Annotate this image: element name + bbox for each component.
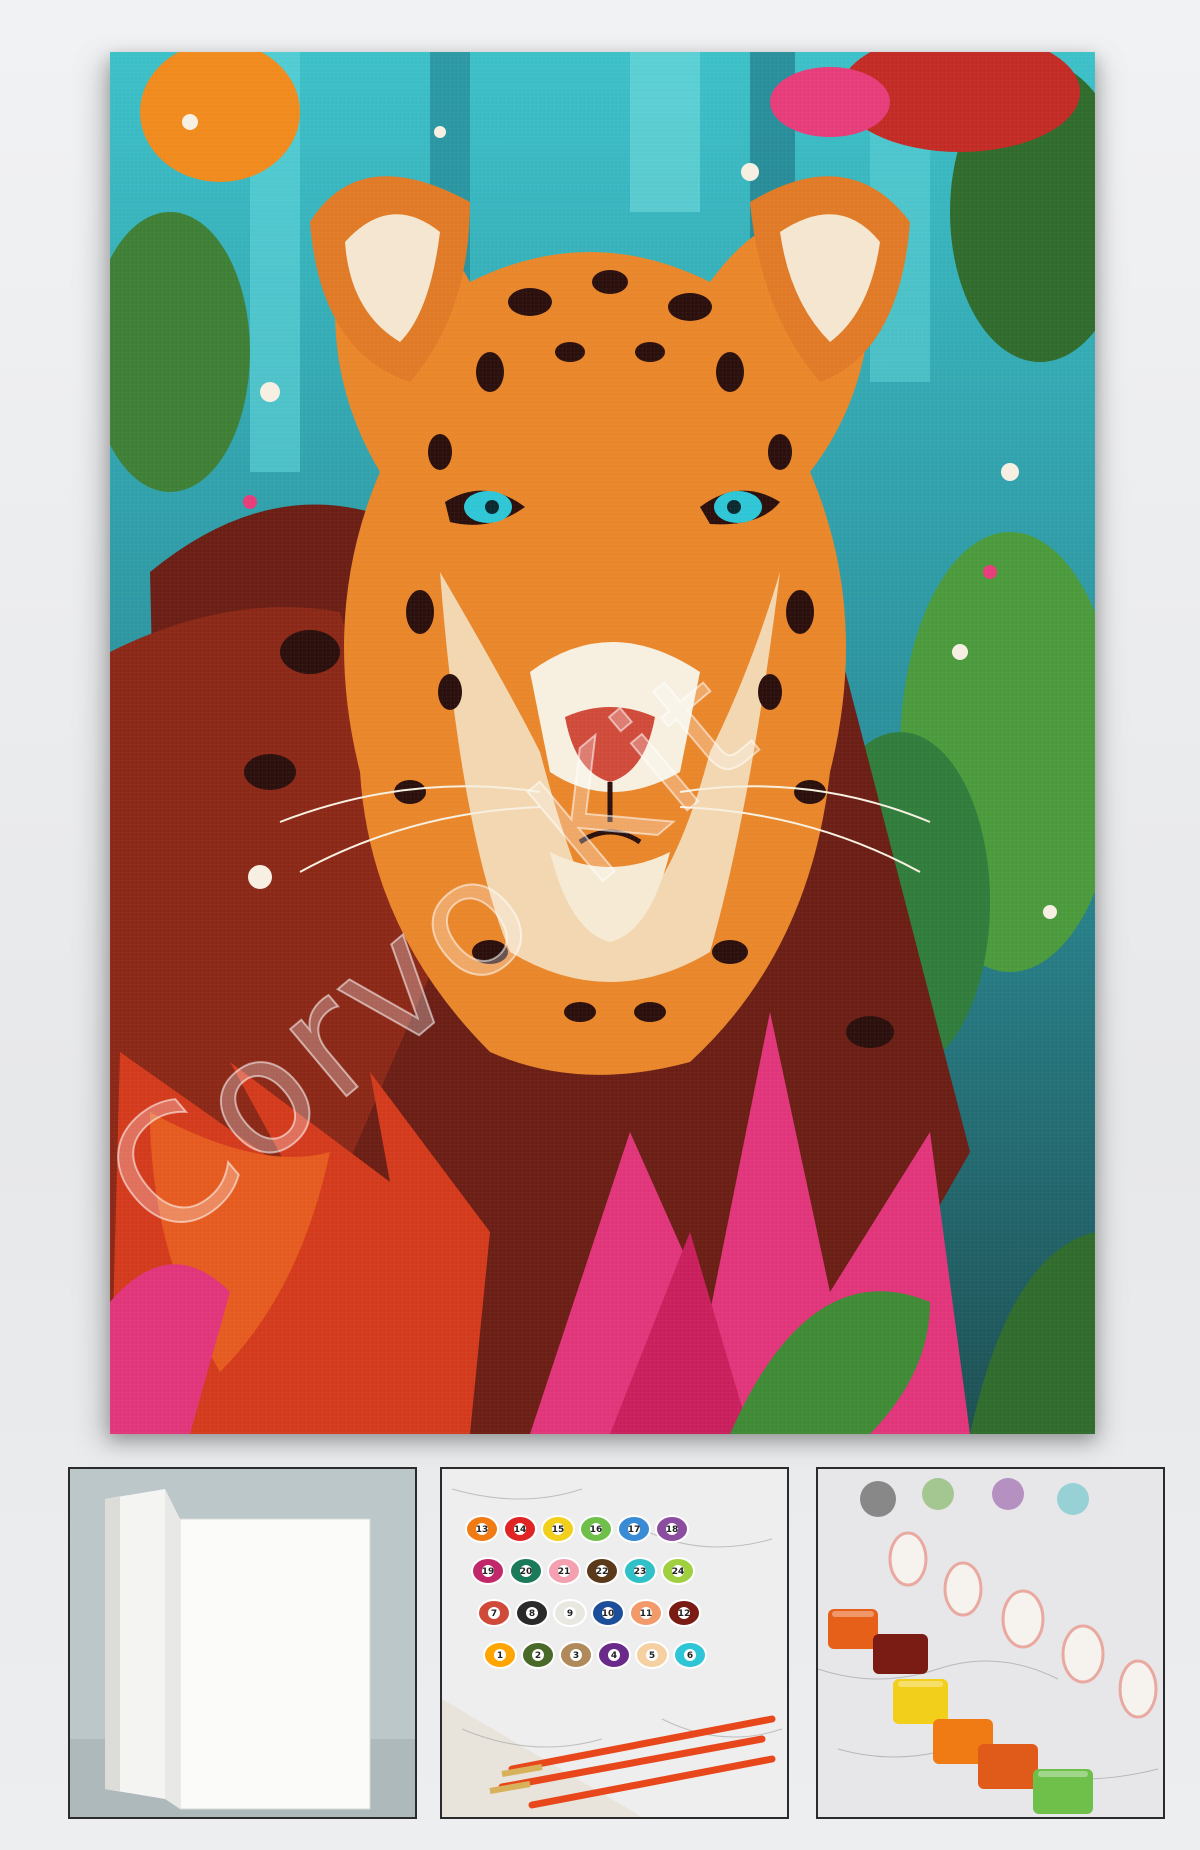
paint-pot-number: 2: [535, 1651, 541, 1661]
paint-pot-number: 24: [672, 1567, 685, 1577]
paint-pot-number: 16: [590, 1525, 603, 1535]
paint-pot-number: 13: [476, 1525, 489, 1535]
blank-canvas-image: [70, 1469, 415, 1817]
paint-pot-number: 18: [666, 1525, 679, 1535]
paint-pot-number: 20: [520, 1567, 533, 1577]
jaguar-painting-svg: [110, 52, 1095, 1434]
paint-pot-number: 11: [640, 1609, 653, 1619]
open-paints-image: [818, 1469, 1163, 1817]
thumbnail-open-paints[interactable]: [816, 1467, 1165, 1819]
thumbnail-blank-canvas[interactable]: [68, 1467, 417, 1819]
paint-pot-number: 7: [491, 1609, 497, 1619]
thumbnail-numbered-paints[interactable]: 13 14 15 16 17 18 19 20 21 22 23 24 7 8 9 10 11 12 1 2 3 4 5 6: [440, 1467, 789, 1819]
paint-pot-number: 3: [573, 1651, 579, 1661]
paint-pot-number: 1: [497, 1651, 503, 1661]
paint-pot-number: 17: [628, 1525, 641, 1535]
paint-pot-number: 15: [552, 1525, 565, 1535]
paint-pot-number: 12: [678, 1609, 691, 1619]
paint-pot-number: 9: [567, 1609, 573, 1619]
paint-pot-number: 10: [602, 1609, 615, 1619]
numbered-paints-image: 13 14 15 16 17 1819 20 21 22 23 247 8 9 10 11 121 2 3 4 5 6: [442, 1469, 787, 1817]
paint-pot-number: 14: [514, 1525, 527, 1535]
paint-pot-number: 4: [611, 1651, 617, 1661]
paint-pot-number: 6: [687, 1651, 693, 1661]
paint-pot-number: 5: [649, 1651, 655, 1661]
paint-pot-number: 21: [558, 1567, 571, 1577]
paint-pot-number: 22: [596, 1567, 609, 1577]
main-painting: [110, 52, 1095, 1434]
paint-pot-number: 23: [634, 1567, 647, 1577]
paint-pot-number: 19: [482, 1567, 495, 1577]
paint-pot-number: 8: [529, 1609, 535, 1619]
